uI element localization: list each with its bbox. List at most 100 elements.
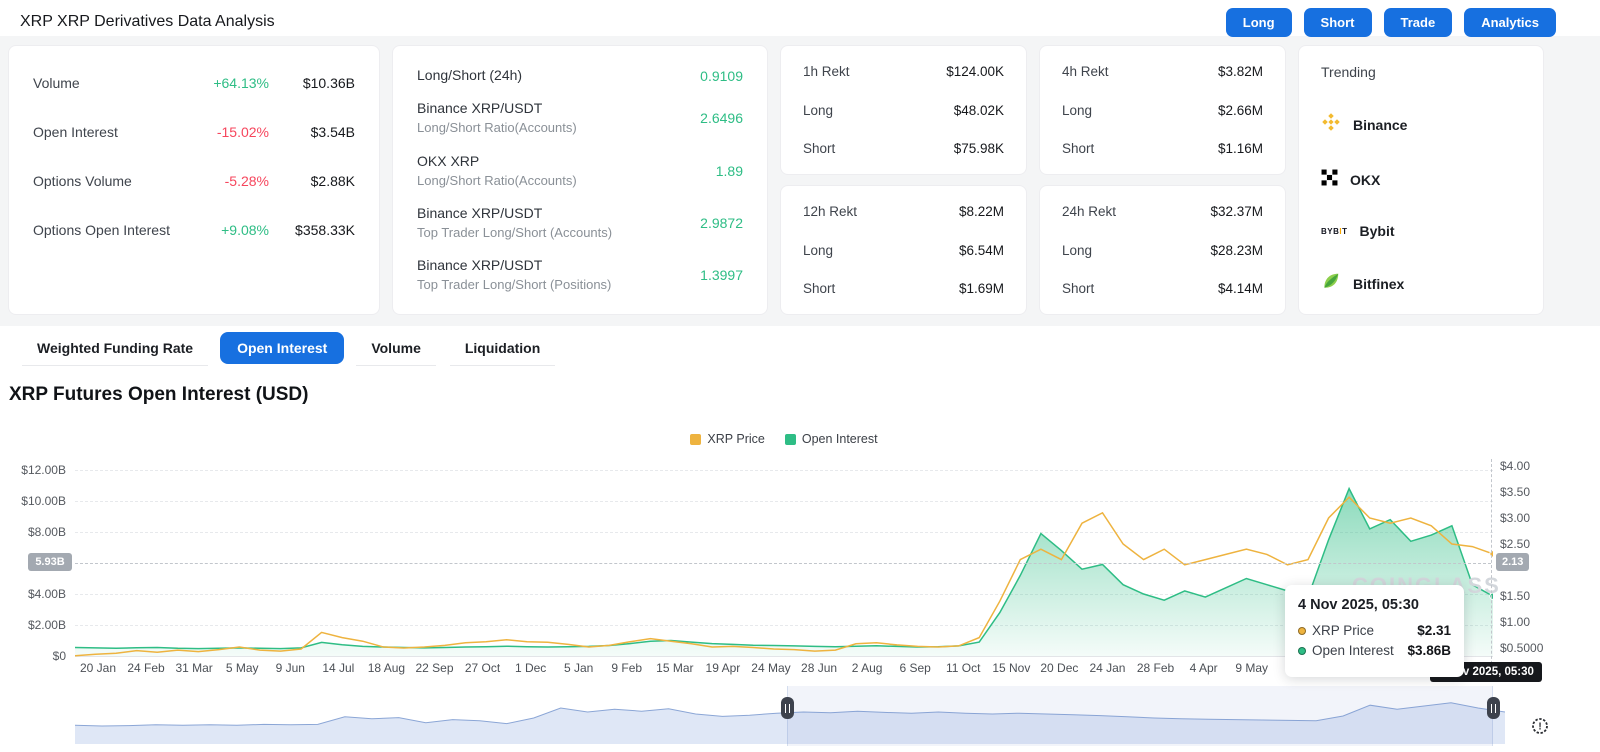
ratio-subtitle: Top Trader Long/Short (Positions) <box>417 275 611 294</box>
crosshair-left-value-badge: 5.93B <box>28 553 72 571</box>
rekt-total: $3.82M <box>1218 64 1263 79</box>
tab-volume[interactable]: Volume <box>354 332 438 364</box>
rekt-short-label: Short <box>803 281 835 296</box>
trending-item-label: Bitfinex <box>1353 276 1404 292</box>
tooltip-date: 4 Nov 2025, 05:30 <box>1298 597 1451 613</box>
stat-row-volume: Volume +64.13% $10.36B <box>33 70 355 95</box>
trending-item-bybit[interactable]: BYBIT Bybit <box>1321 223 1521 239</box>
trending-item-label: OKX <box>1350 172 1380 188</box>
ratio-value: 1.3997 <box>700 267 743 283</box>
open-interest-dot-icon <box>1298 647 1306 655</box>
stat-label: Volume <box>33 75 80 91</box>
stat-label: Open Interest <box>33 124 118 140</box>
tooltip-label: Open Interest <box>1312 643 1394 658</box>
xrp-price-swatch <box>690 434 701 445</box>
trending-title: Trending <box>1321 64 1521 80</box>
rekt-title: 12h Rekt <box>803 204 857 219</box>
open-interest-area <box>75 489 1493 656</box>
ratio-row: Binance XRP/USDT Top Trader Long/Short (… <box>417 256 743 294</box>
ratio-title: Long/Short (24h) <box>417 66 522 85</box>
y-axis-tick-right: $2.50 <box>1500 537 1530 551</box>
trade-button[interactable]: Trade <box>1384 8 1453 37</box>
ratio-subtitle: Long/Short Ratio(Accounts) <box>417 171 577 190</box>
ratio-row: OKX XRP Long/Short Ratio(Accounts) 1.89 <box>417 152 743 190</box>
rekt-total: $124.00K <box>946 64 1004 79</box>
svg-text:!: ! <box>1538 721 1541 732</box>
y-axis-tick-right: $1.00 <box>1500 615 1530 629</box>
ratio-title: Binance XRP/USDT <box>417 99 577 118</box>
stat-value: $3.54B <box>269 124 355 140</box>
ratio-subtitle: Top Trader Long/Short (Accounts) <box>417 223 612 242</box>
header-buttons: Long Short Trade Analytics <box>1226 8 1556 37</box>
open-interest-chart[interactable]: $0$2.00B$4.00B$8.00B$10.00B$12.00B $0.50… <box>0 455 1600 752</box>
y-axis-tick-right: $4.00 <box>1500 459 1530 473</box>
y-axis-tick-right: $3.50 <box>1500 485 1530 499</box>
rekt-cards-grid: 1h Rekt$124.00K Long$48.02K Short$75.98K… <box>780 45 1286 315</box>
navigator-left-handle[interactable] <box>781 697 794 719</box>
tab-open-interest[interactable]: Open Interest <box>220 332 344 364</box>
tab-weighted-funding-rate[interactable]: Weighted Funding Rate <box>20 332 210 364</box>
y-axis-tick-right: $3.00 <box>1500 511 1530 525</box>
x-axis-tick: 9 May <box>1224 661 1280 675</box>
rekt-card-12h: 12h Rekt$8.22M Long$6.54M Short$1.69M <box>780 185 1027 315</box>
tab-liquidation[interactable]: Liquidation <box>448 332 557 364</box>
trending-item-binance[interactable]: Binance <box>1321 112 1521 137</box>
trending-item-label: Binance <box>1353 117 1407 133</box>
binance-icon <box>1321 112 1341 137</box>
long-button[interactable]: Long <box>1226 8 1292 37</box>
short-button[interactable]: Short <box>1304 8 1372 37</box>
rekt-card-1h: 1h Rekt$124.00K Long$48.02K Short$75.98K <box>780 45 1027 175</box>
chart-alert-badge-icon[interactable]: ! <box>1528 714 1552 738</box>
rekt-card-24h: 24h Rekt$32.37M Long$28.23M Short$4.14M <box>1039 185 1286 315</box>
crosshair-vertical-line <box>1491 459 1492 679</box>
rekt-total: $32.37M <box>1210 204 1263 219</box>
legend-item-xrp-price[interactable]: XRP Price <box>690 432 764 446</box>
navigator-right-handle[interactable] <box>1487 697 1500 719</box>
y-axis-tick-left: $4.00B <box>0 587 66 601</box>
y-axis-tick-left: $2.00B <box>0 618 66 632</box>
ratio-subtitle: Long/Short Ratio(Accounts) <box>417 118 577 137</box>
rekt-long-label: Long <box>803 243 833 258</box>
okx-icon <box>1321 169 1338 191</box>
chart-tooltip: 4 Nov 2025, 05:30 XRP Price $2.31 Open I… <box>1285 585 1464 677</box>
ratio-row: Binance XRP/USDT Top Trader Long/Short (… <box>417 204 743 242</box>
rekt-short-label: Short <box>1062 141 1094 156</box>
top-cards-row: Volume +64.13% $10.36B Open Interest -15… <box>8 45 1556 315</box>
stat-label: Options Open Interest <box>33 222 170 238</box>
trending-item-bitfinex[interactable]: Bitfinex <box>1321 271 1521 296</box>
analytics-button[interactable]: Analytics <box>1464 8 1556 37</box>
rekt-long-label: Long <box>1062 103 1092 118</box>
navigator-selected-window[interactable] <box>787 686 1493 746</box>
rekt-short-label: Short <box>1062 281 1094 296</box>
long-short-ratio-card: Long/Short (24h) 0.9109 Binance XRP/USDT… <box>392 45 768 315</box>
stat-change: -5.28% <box>179 173 269 189</box>
trending-card: Trending Binance OKX BYBIT Bybit Bitfine… <box>1298 45 1544 315</box>
chart-legend: XRP Price Open Interest <box>75 432 1493 446</box>
chart-range-navigator[interactable] <box>0 684 1600 752</box>
rekt-short-value: $4.14M <box>1218 281 1263 296</box>
ratio-title: Binance XRP/USDT <box>417 256 611 275</box>
xrp-price-dot-icon <box>1298 627 1306 635</box>
rekt-long-label: Long <box>1062 243 1092 258</box>
header: XRP XRP Derivatives Data Analysis Long S… <box>0 0 1600 44</box>
y-axis-tick-left: $10.00B <box>0 494 66 508</box>
stat-change: +9.08% <box>179 222 269 238</box>
trending-item-okx[interactable]: OKX <box>1321 169 1521 191</box>
rekt-long-label: Long <box>803 103 833 118</box>
ratio-value: 2.6496 <box>700 110 743 126</box>
rekt-long-value: $28.23M <box>1210 243 1263 258</box>
stat-value: $10.36B <box>269 75 355 91</box>
ratio-row: Binance XRP/USDT Long/Short Ratio(Accoun… <box>417 99 743 137</box>
tooltip-label: XRP Price <box>1312 623 1374 638</box>
y-axis-tick-left: $0 <box>0 649 66 663</box>
legend-item-open-interest[interactable]: Open Interest <box>785 432 878 446</box>
rekt-short-value: $75.98K <box>954 141 1004 156</box>
bybit-icon: BYBIT <box>1321 227 1348 236</box>
chart-plot-svg <box>75 455 1493 667</box>
chart-section-title: XRP Futures Open Interest (USD) <box>9 384 308 406</box>
rekt-title: 4h Rekt <box>1062 64 1109 79</box>
stat-row-open-interest: Open Interest -15.02% $3.54B <box>33 119 355 144</box>
stat-row-options-volume: Options Volume -5.28% $2.88K <box>33 168 355 193</box>
tooltip-value: $3.86B <box>1407 643 1451 658</box>
ratio-title: Binance XRP/USDT <box>417 204 612 223</box>
